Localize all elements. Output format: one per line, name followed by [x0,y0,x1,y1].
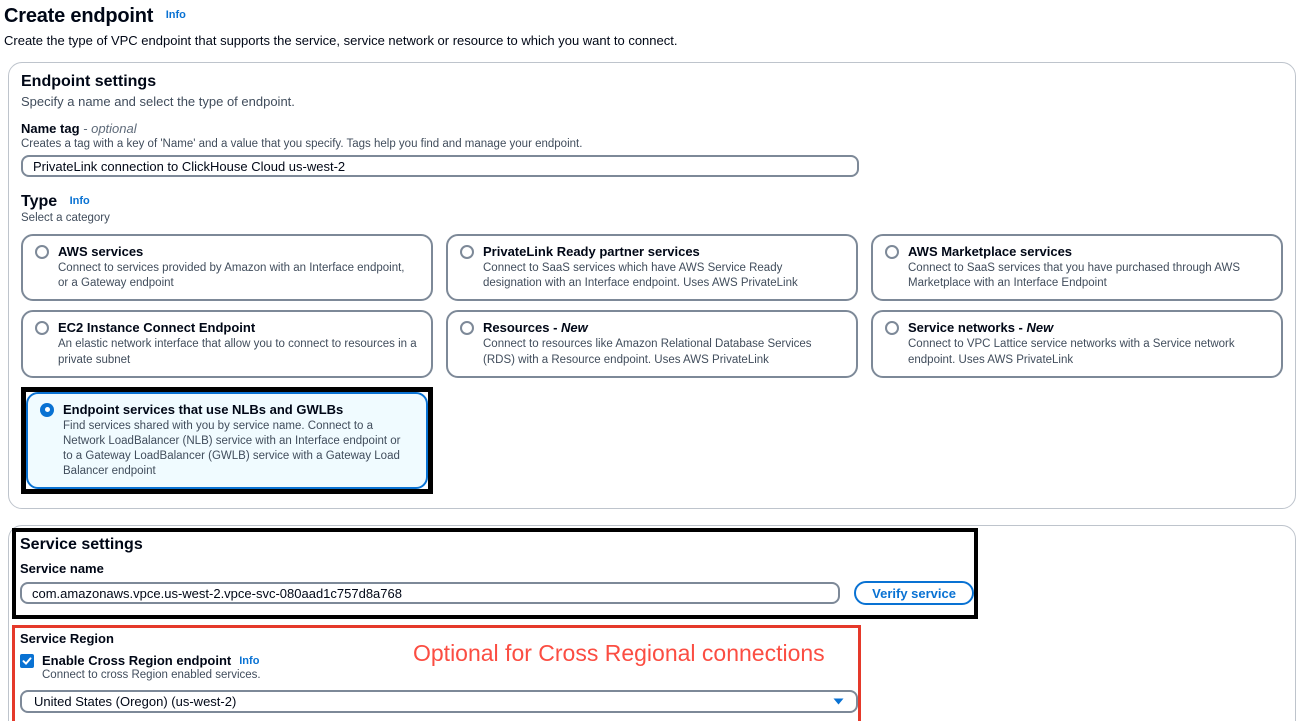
service-name-label: Service name [20,561,974,576]
page-title-info-link[interactable]: Info [166,9,186,21]
check-icon [22,656,32,666]
type-option-grid: AWS services Connect to services provide… [21,234,1283,494]
type-option-aws-services[interactable]: AWS services Connect to services provide… [21,234,433,301]
name-tag-label: Name tag - optional [21,121,1283,136]
service-settings-annotation-box: Service settings Service name com.amazon… [12,528,978,619]
type-option-resources[interactable]: Resources - New Connect to resources lik… [446,310,858,377]
service-settings-card: Service settings Service name com.amazon… [8,525,1296,721]
name-tag-input[interactable]: PrivateLink connection to ClickHouse Clo… [21,155,859,177]
service-settings-title: Service settings [20,536,974,554]
radio-unselected-icon[interactable] [885,245,899,259]
endpoint-settings-subtitle: Specify a name and select the type of en… [21,94,1283,109]
cross-region-checkbox-label[interactable]: Enable Cross Region endpoint [42,653,231,668]
cross-region-annotation: Optional for Cross Regional connections [413,640,825,667]
type-section-subtitle: Select a category [21,212,1283,224]
type-option-ec2-instance-connect[interactable]: EC2 Instance Connect Endpoint An elastic… [21,310,433,377]
selected-option-annotation-box: Endpoint services that use NLBs and GWLB… [21,387,433,495]
cross-region-info-link[interactable]: Info [239,655,259,667]
page-description: Create the type of VPC endpoint that sup… [4,33,1304,48]
verify-service-button[interactable]: Verify service [854,581,974,605]
type-info-link[interactable]: Info [70,195,90,207]
page-title: Create endpoint [4,5,153,27]
type-section-heading: Type Info [21,193,1283,211]
page-header: Create endpoint Info Create the type of … [0,0,1304,48]
service-region-selected-value: United States (Oregon) (us-west-2) [34,694,236,709]
type-option-marketplace[interactable]: AWS Marketplace services Connect to SaaS… [871,234,1283,301]
service-name-input[interactable]: com.amazonaws.vpce.us-west-2.vpce-svc-08… [20,582,840,604]
endpoint-settings-card: Endpoint settings Specify a name and sel… [8,62,1296,509]
name-tag-description: Creates a tag with a key of 'Name' and a… [21,138,1283,150]
radio-unselected-icon[interactable] [885,321,899,335]
radio-unselected-icon[interactable] [35,321,49,335]
chevron-down-icon [833,698,844,705]
radio-unselected-icon[interactable] [35,245,49,259]
radio-selected-icon[interactable] [40,403,54,417]
radio-unselected-icon[interactable] [460,321,474,335]
service-region-annotation-box: Optional for Cross Regional connections … [12,625,861,721]
endpoint-settings-title: Endpoint settings [21,73,1283,91]
type-option-endpoint-services-nlb-gwlb[interactable]: Endpoint services that use NLBs and GWLB… [26,392,428,490]
radio-unselected-icon[interactable] [460,245,474,259]
name-tag-optional: - optional [83,121,136,136]
type-option-privatelink-partner[interactable]: PrivateLink Ready partner services Conne… [446,234,858,301]
cross-region-checkbox-description: Connect to cross Region enabled services… [42,669,858,681]
type-option-service-networks[interactable]: Service networks - New Connect to VPC La… [871,310,1283,377]
service-region-select[interactable]: United States (Oregon) (us-west-2) [20,690,858,713]
cross-region-checkbox[interactable] [20,654,34,668]
